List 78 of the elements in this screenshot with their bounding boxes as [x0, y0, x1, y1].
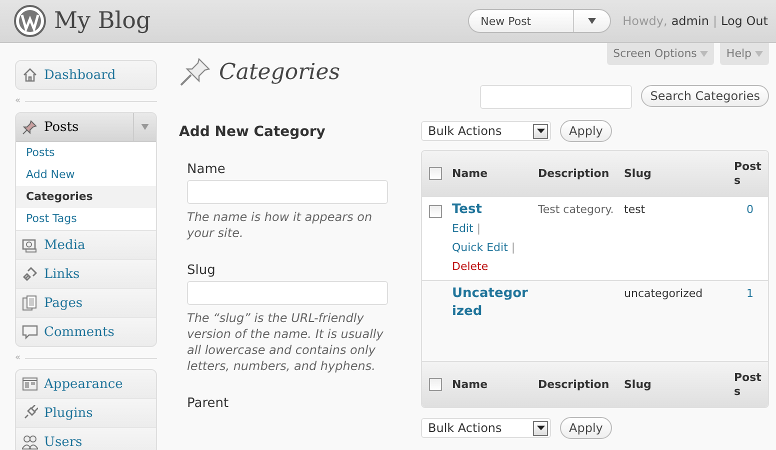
post-count-link[interactable]: 1 — [746, 287, 754, 300]
column-header[interactable]: Name — [448, 362, 534, 407]
menu-icon — [22, 237, 38, 253]
field-hint: The name is how it appears on your site. — [187, 209, 374, 241]
menu-icon — [22, 119, 38, 135]
greeting-text: Howdy, — [622, 14, 668, 28]
screen-tab[interactable]: Help — [720, 43, 769, 65]
new-post-label[interactable]: New Post — [468, 14, 573, 28]
menu-item[interactable]: Posts — [16, 113, 156, 141]
select-all-checkbox[interactable] — [428, 167, 442, 180]
separator-text: | — [476, 222, 481, 235]
column-header[interactable]: Posts — [730, 362, 768, 407]
column-header[interactable]: Description — [534, 362, 620, 407]
caret-icon — [536, 128, 544, 134]
column-header[interactable]: Posts — [730, 151, 768, 196]
table-row[interactable]: Uncategorized uncategorized 1 — [422, 280, 768, 361]
menu-item[interactable]: Users — [16, 427, 156, 450]
field-hint: The “slug” is the URL-friendly version of the name. It is usually all lowercase and contains only letters, numbers, and hyphens. — [187, 310, 384, 374]
search-field[interactable] — [480, 85, 632, 109]
column-header[interactable]: Slug — [620, 151, 730, 196]
menu-icon — [22, 405, 38, 421]
menu-icon — [22, 295, 38, 311]
apply-button[interactable]: Apply — [560, 417, 612, 439]
field-label: Slug — [187, 263, 216, 278]
category-name-link[interactable]: Test — [452, 201, 530, 219]
screen-tab[interactable]: Screen Options — [607, 43, 714, 65]
submenu-item[interactable]: Post Tags — [16, 208, 156, 230]
column-header[interactable]: Slug — [620, 362, 730, 407]
submenu-item[interactable]: Add New — [16, 164, 156, 186]
row-action-link[interactable]: Edit — [452, 222, 474, 235]
post-count-link[interactable]: 0 — [746, 203, 754, 216]
slug-text: uncategorized — [624, 287, 703, 300]
menu-icon — [22, 324, 38, 340]
pushpin-icon — [179, 57, 211, 87]
menu-icon — [22, 67, 38, 83]
row-checkbox[interactable] — [428, 205, 442, 218]
input-field[interactable] — [187, 281, 388, 305]
submenu-item[interactable]: Posts — [16, 142, 156, 164]
separator-text: | — [511, 241, 516, 254]
column-header[interactable]: Description — [534, 151, 620, 196]
logout-link[interactable]: Log Out — [720, 14, 768, 28]
separator-text: | — [712, 14, 717, 28]
search-button[interactable]: Search Categories — [641, 85, 769, 107]
menu-item[interactable]: Dashboard — [16, 61, 156, 89]
menu-item[interactable]: Plugins — [16, 398, 156, 427]
row-action-link[interactable]: Delete — [452, 260, 488, 273]
user-link[interactable]: admin — [671, 14, 709, 28]
bulk-actions-select[interactable]: Bulk Actions — [421, 418, 551, 438]
column-header[interactable]: Name — [448, 151, 534, 196]
caret-icon — [588, 18, 596, 24]
menu-icon — [22, 376, 38, 392]
description-text: Test category. — [538, 203, 614, 216]
submenu-item[interactable]: Categories — [16, 186, 156, 208]
site-title: My Blog — [54, 8, 152, 34]
caret-icon — [755, 51, 763, 57]
field-label: Name — [187, 162, 226, 177]
form-heading: Add New Category — [179, 124, 326, 140]
caret-icon — [700, 51, 708, 57]
page-title: Categories — [219, 60, 340, 84]
menu-item[interactable]: Appearance — [16, 370, 156, 398]
new-post-button[interactable]: New Post — [468, 9, 611, 33]
category-name-link[interactable]: Uncategorized — [452, 285, 530, 321]
field-label: Parent — [187, 396, 230, 411]
input-field[interactable] — [187, 180, 388, 204]
bulk-actions-select[interactable]: Bulk Actions — [421, 121, 551, 141]
logo-icon — [14, 5, 46, 37]
caret-icon — [536, 425, 544, 431]
menu-item[interactable]: Comments — [16, 317, 156, 346]
select-all-checkbox[interactable] — [428, 378, 442, 391]
menu-item[interactable]: Media — [16, 230, 156, 259]
menu-icon — [22, 266, 38, 282]
caret-icon — [141, 124, 149, 130]
apply-button[interactable]: Apply — [560, 120, 612, 142]
menu-icon — [22, 434, 38, 450]
menu-item[interactable]: Links — [16, 259, 156, 288]
menu-item[interactable]: Pages — [16, 288, 156, 317]
row-action-link[interactable]: Quick Edit — [452, 241, 508, 254]
slug-text: test — [624, 203, 646, 216]
